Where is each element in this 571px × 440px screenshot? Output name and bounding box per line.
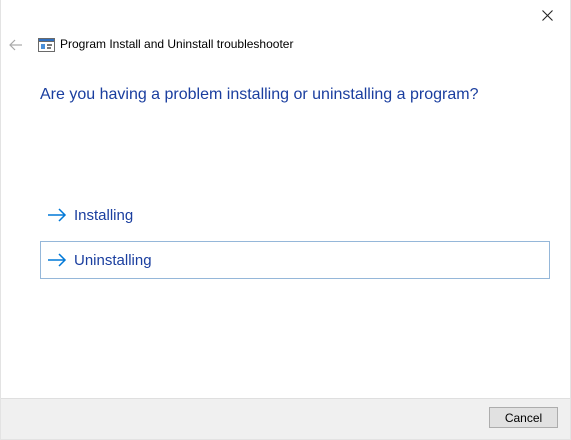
window-title: Program Install and Uninstall troublesho… <box>60 37 294 51</box>
option-installing-label: Installing <box>74 206 134 224</box>
option-installing[interactable]: Installing <box>40 196 550 234</box>
page-heading: Are you having a problem installing or u… <box>40 86 479 103</box>
option-uninstalling[interactable]: Uninstalling <box>40 241 550 279</box>
back-button[interactable] <box>5 32 27 58</box>
arrow-right-icon <box>47 252 69 268</box>
back-arrow-icon <box>9 39 22 51</box>
close-button[interactable] <box>524 0 570 30</box>
option-uninstalling-label: Uninstalling <box>74 251 152 269</box>
arrow-right-icon <box>47 207 69 223</box>
troubleshooter-window: Program Install and Uninstall troublesho… <box>0 0 571 440</box>
troubleshooter-app-icon <box>38 38 55 52</box>
cancel-button[interactable]: Cancel <box>489 407 558 428</box>
footer-bar: Cancel <box>1 398 570 439</box>
close-icon <box>541 9 553 21</box>
